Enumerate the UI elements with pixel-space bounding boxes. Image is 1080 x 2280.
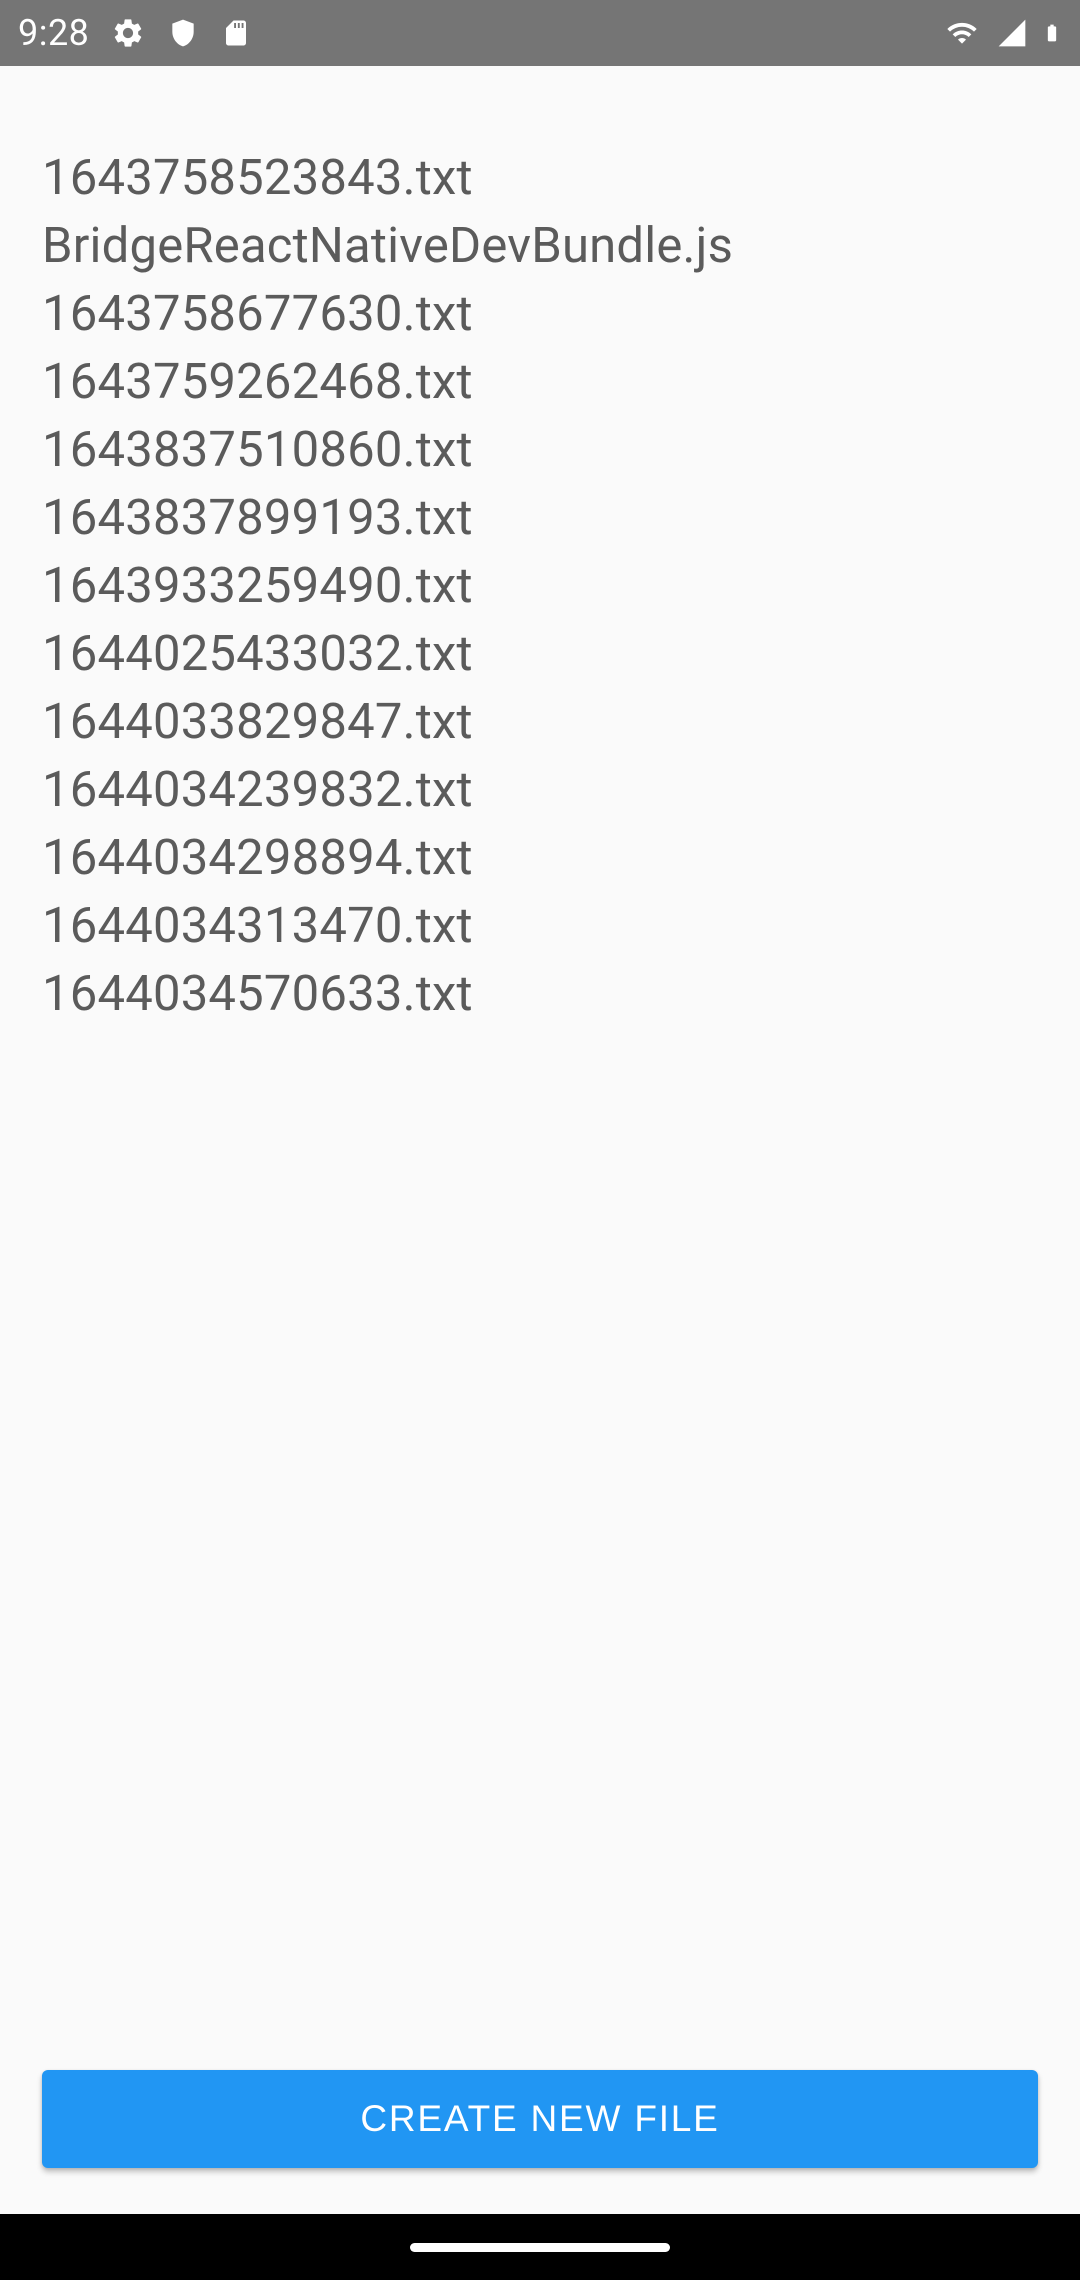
create-new-file-button[interactable]: CREATE NEW FILE	[42, 2070, 1038, 2168]
status-right	[942, 15, 1062, 51]
status-time: 9:28	[18, 12, 89, 54]
nav-handle[interactable]	[410, 2243, 670, 2252]
file-item[interactable]: 1643759262468.txt	[42, 348, 1038, 416]
wifi-icon	[942, 17, 982, 49]
signal-icon	[996, 17, 1028, 49]
status-left: 9:28	[18, 12, 251, 54]
file-item[interactable]: 1644034570633.txt	[42, 960, 1038, 1028]
settings-icon	[111, 16, 145, 50]
sd-card-icon	[221, 16, 251, 50]
file-item[interactable]: 1643758523843.txt	[42, 144, 1038, 212]
file-item[interactable]: BridgeReactNativeDevBundle.js	[42, 212, 1038, 280]
file-item[interactable]: 1643933259490.txt	[42, 552, 1038, 620]
status-bar: 9:28	[0, 0, 1080, 66]
battery-icon	[1042, 15, 1062, 51]
file-item[interactable]: 1643837899193.txt	[42, 484, 1038, 552]
file-item[interactable]: 1643758677630.txt	[42, 280, 1038, 348]
file-item[interactable]: 1644034313470.txt	[42, 892, 1038, 960]
content-area: 1643758523843.txt BridgeReactNativeDevBu…	[0, 66, 1080, 2070]
file-item[interactable]: 1644034239832.txt	[42, 756, 1038, 824]
file-item[interactable]: 1644034298894.txt	[42, 824, 1038, 892]
navigation-bar	[0, 2214, 1080, 2280]
file-item[interactable]: 1643837510860.txt	[42, 416, 1038, 484]
file-item[interactable]: 1644033829847.txt	[42, 688, 1038, 756]
file-item[interactable]: 1644025433032.txt	[42, 620, 1038, 688]
bottom-area: CREATE NEW FILE	[0, 2070, 1080, 2214]
file-list: 1643758523843.txt BridgeReactNativeDevBu…	[42, 144, 1038, 1028]
shield-icon	[167, 17, 199, 49]
